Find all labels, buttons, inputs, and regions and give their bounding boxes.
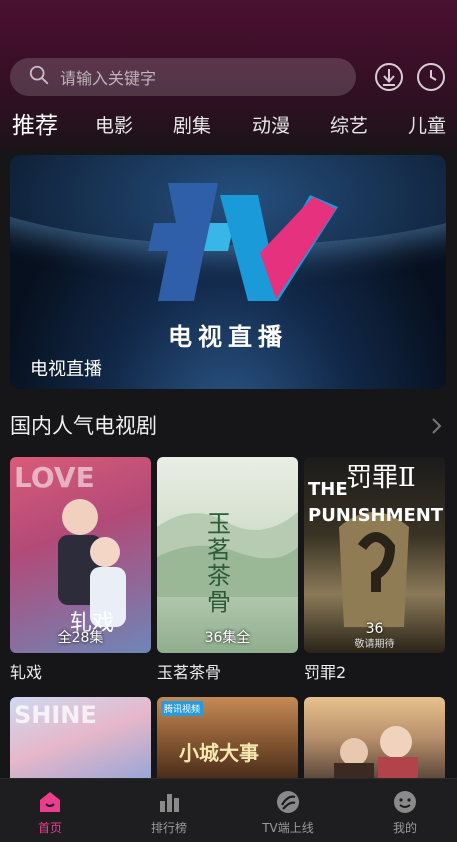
- banner-caption: 电视直播: [30, 359, 102, 380]
- card-title: 轧戏: [10, 663, 43, 682]
- drama-card[interactable]: 玉茗茶骨 36集全 玉茗茶骨: [157, 457, 298, 683]
- poster-note: 敬请期待: [354, 639, 395, 650]
- episode-count: 36: [365, 621, 384, 637]
- poster-image: LOVE 轧戏 全28集: [10, 457, 151, 653]
- nav-home[interactable]: 首页: [5, 789, 95, 836]
- poster-art-text: THE PUNISHMENT: [308, 479, 444, 526]
- download-icon[interactable]: [374, 62, 404, 92]
- tv-icon: [277, 791, 299, 813]
- tab-kids[interactable]: 儿童: [408, 108, 446, 144]
- nav-label: 首页: [37, 821, 62, 835]
- history-icon[interactable]: [416, 62, 446, 92]
- tab-recommend[interactable]: 推荐: [12, 108, 58, 144]
- card-title: 玉茗茶骨: [157, 663, 222, 682]
- poster-art-text: 玉茗茶骨: [207, 510, 231, 616]
- drama-card[interactable]: 罚罪Ⅱ THE PUNISHMENT 敬请期待 36 罚罪2: [304, 457, 445, 683]
- search-icon: [28, 64, 50, 90]
- poster-image: [304, 697, 445, 778]
- drama-card[interactable]: [304, 697, 445, 778]
- nav-tv[interactable]: TV端上线: [243, 789, 333, 836]
- tv-logo-icon: [148, 183, 338, 301]
- profile-icon: [394, 791, 416, 813]
- nav-label: 排行榜: [150, 821, 187, 835]
- nav-ranking[interactable]: 排行榜: [124, 789, 214, 836]
- drama-card[interactable]: SHINE: [10, 697, 151, 778]
- nav-profile[interactable]: 我的: [360, 789, 450, 836]
- category-tabs: 推荐 电影 剧集 动漫 综艺 儿童: [0, 108, 457, 144]
- episode-count: 36集全: [204, 630, 251, 646]
- tab-series[interactable]: 剧集: [173, 108, 211, 144]
- banner-logo-text: 电视直播: [168, 322, 288, 351]
- chevron-right-icon: [432, 418, 442, 434]
- card-title: 罚罪2: [304, 663, 347, 682]
- poster-art-text: LOVE: [14, 461, 95, 494]
- drama-card[interactable]: LOVE 轧戏 全28集 轧戏: [10, 457, 151, 683]
- poster-image: SHINE: [10, 697, 151, 778]
- drama-card[interactable]: 腾讯视频 小城大事: [157, 697, 298, 778]
- home-icon: [40, 792, 60, 812]
- episode-count: 全28集: [57, 630, 104, 646]
- nav-label: TV端上线: [262, 821, 314, 835]
- tab-anime[interactable]: 动漫: [252, 108, 290, 144]
- tab-movies[interactable]: 电影: [95, 108, 133, 144]
- search-bar[interactable]: 请输入关键字: [10, 58, 356, 96]
- poster-art-text: 小城大事: [179, 741, 259, 765]
- poster-illustration: [334, 726, 418, 778]
- chart-icon: [160, 794, 179, 812]
- bottom-navigation: 首页 排行榜 TV端上线 我的: [0, 778, 457, 842]
- poster-image: 罚罪Ⅱ THE PUNISHMENT 敬请期待 36: [304, 457, 445, 653]
- search-placeholder: 请输入关键字: [60, 69, 157, 88]
- tab-variety[interactable]: 综艺: [330, 108, 368, 144]
- section-header[interactable]: 国内人气电视剧: [10, 410, 446, 442]
- nav-label: 我的: [392, 821, 417, 835]
- poster-image: 玉茗茶骨 36集全: [157, 457, 298, 653]
- poster-art-text: SHINE: [14, 701, 97, 729]
- section-title: 国内人气电视剧: [10, 414, 157, 438]
- poster-image: 腾讯视频 小城大事: [157, 697, 298, 778]
- live-tv-banner[interactable]: 电视直播 电视直播: [10, 155, 446, 389]
- poster-badge: 腾讯视频: [161, 701, 204, 716]
